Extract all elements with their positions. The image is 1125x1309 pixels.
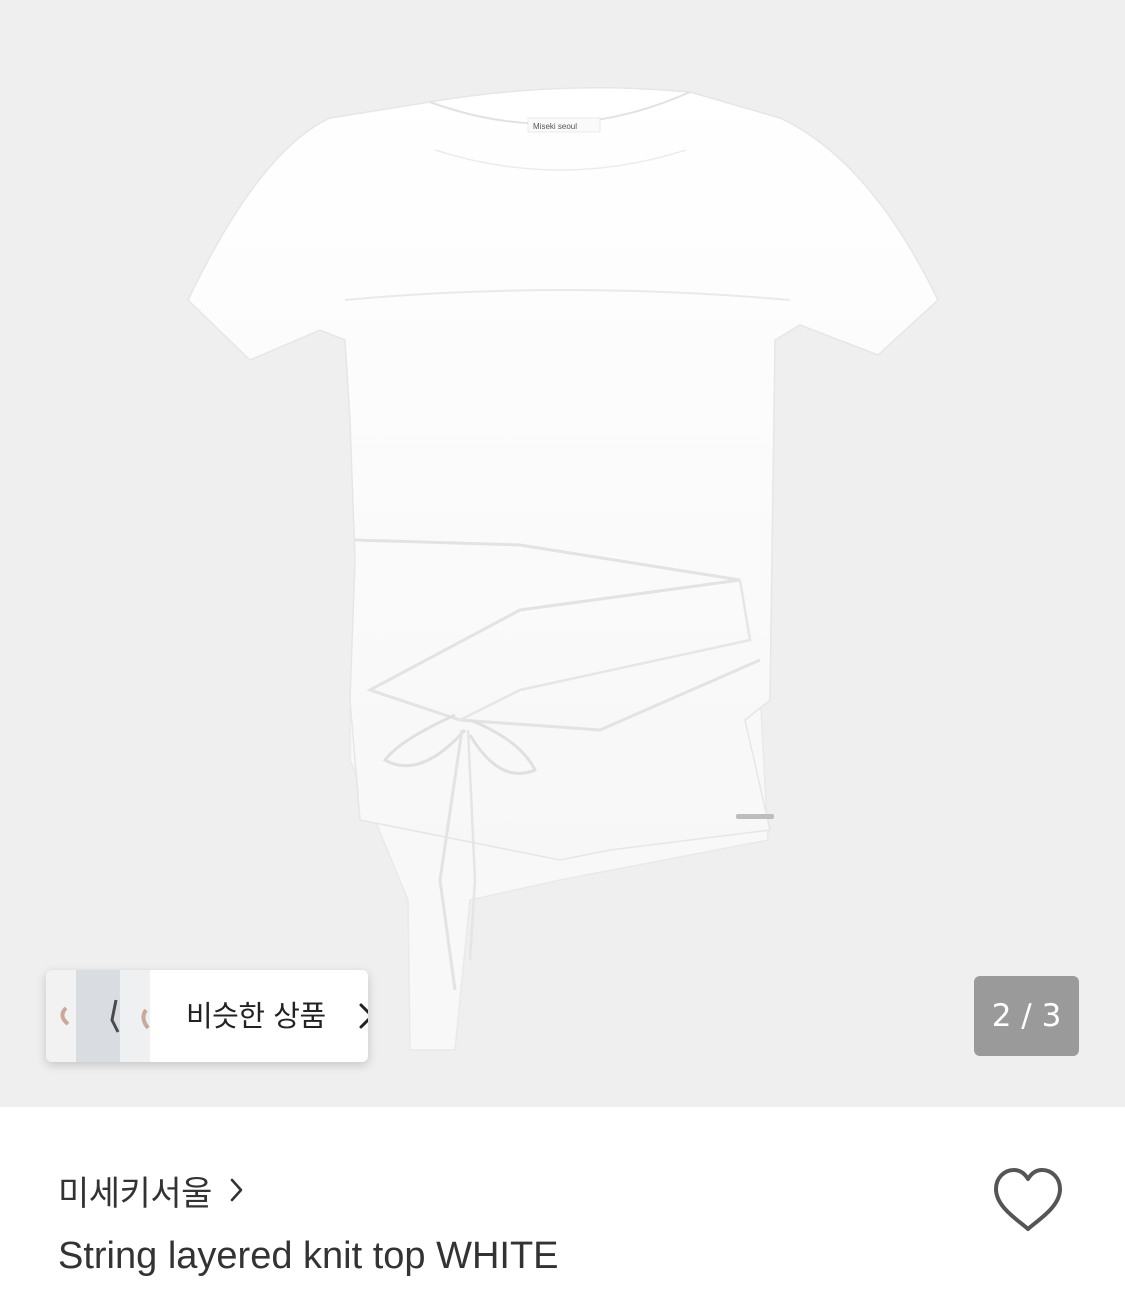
- chevron-right-icon: [359, 1003, 368, 1029]
- brand-name: 미세키서울: [58, 1173, 212, 1214]
- similar-products-label: 비슷한 상품: [186, 999, 326, 1033]
- neck-label-text: Miseki seoul: [533, 122, 577, 131]
- product-image-gallery[interactable]: Miseki seoul 비슷한 상품 2 / 3: [0, 0, 1125, 1107]
- product-title: String layered knit top WHITE: [58, 1235, 559, 1277]
- product-image: Miseki seoul: [187, 87, 939, 1051]
- image-page-counter: 2 / 3: [974, 976, 1079, 1056]
- similar-products-button[interactable]: 비슷한 상품: [46, 970, 368, 1062]
- model-photo-thumbnail: [46, 970, 150, 1062]
- chevron-right-icon: [230, 1178, 243, 1202]
- brand-link[interactable]: 미세키서울: [58, 1165, 244, 1215]
- product-info: 미세키서울 String layered knit top WHITE: [0, 1107, 1125, 1309]
- heart-outline-icon[interactable]: [990, 1165, 1066, 1235]
